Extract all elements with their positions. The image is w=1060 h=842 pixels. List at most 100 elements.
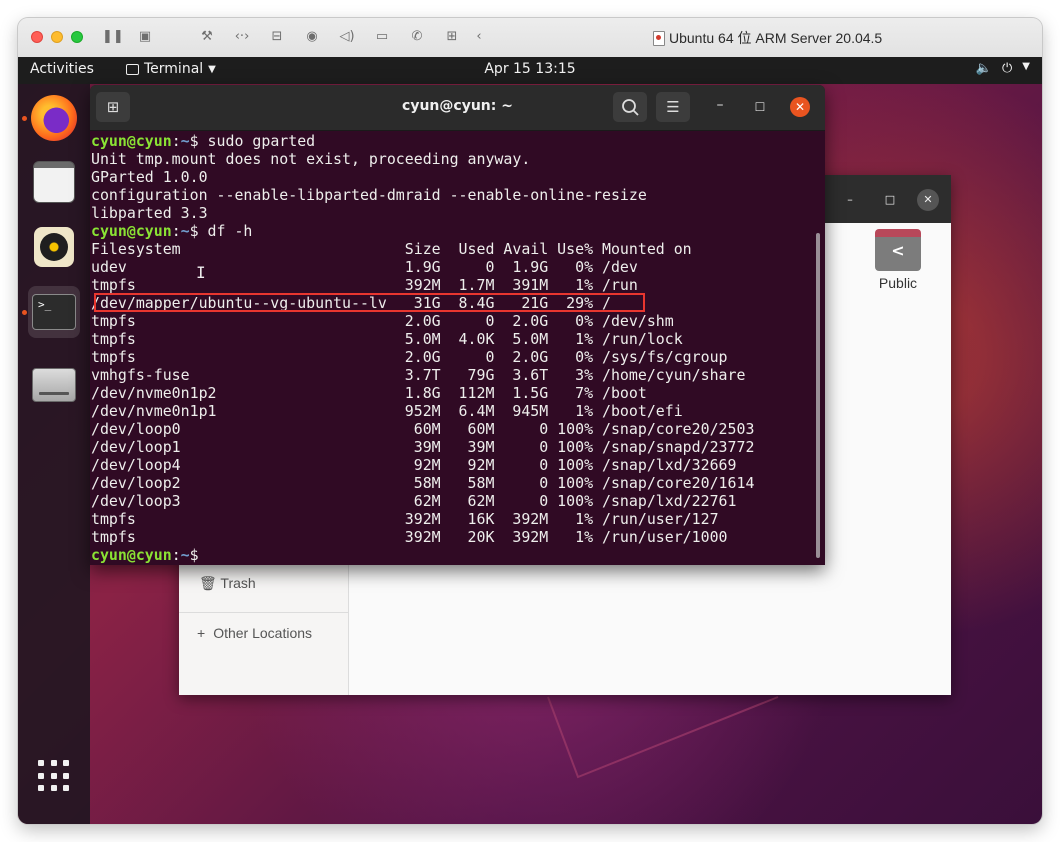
terminal-output-line: Unit tmp.mount does not exist, proceedin… xyxy=(91,150,811,168)
window-close-button[interactable] xyxy=(31,31,43,43)
trash-icon: 🗑 xyxy=(199,575,217,591)
prompt-command: df -h xyxy=(198,222,253,240)
terminal-app-icon xyxy=(126,63,139,75)
ubuntu-desktop[interactable]: – □ ✕ 🗑 Trash + Other Locations Public xyxy=(18,57,1042,824)
terminal-close-button[interactable]: ✕ xyxy=(790,97,810,117)
terminal-minimize-button[interactable]: – xyxy=(710,97,730,117)
shared-folder-icon xyxy=(875,229,921,271)
terminal-output-line: /dev/nvme0n1p1 952M 6.4M 945M 1% /boot/e… xyxy=(91,402,811,420)
snapshot-icon[interactable]: ▣ xyxy=(136,28,154,46)
back-chevron-icon[interactable]: ‹ xyxy=(470,28,488,46)
output-text: tmpfs 2.0G 0 2.0G 0% /dev/shm xyxy=(91,312,674,330)
app-menu-button[interactable]: Terminal ▼ xyxy=(126,61,216,77)
prompt-separator: : xyxy=(171,132,181,150)
prompt-user: cyun@cyun xyxy=(91,546,172,564)
terminal-scrollbar[interactable] xyxy=(816,233,820,558)
output-text: vmhgfs-fuse 3.7T 79G 3.6T 3% /home/cyun/… xyxy=(91,366,746,384)
sidebar-item-other-locations[interactable]: + Other Locations xyxy=(197,625,312,641)
dock-drive[interactable] xyxy=(28,359,80,411)
clock[interactable]: Apr 15 13:15 xyxy=(484,61,575,77)
terminal-output-line: /dev/loop2 58M 58M 0 100% /snap/core20/1… xyxy=(91,474,811,492)
power-icon[interactable]: ⏻ xyxy=(1002,61,1012,76)
terminal-output-line: /dev/loop3 62M 62M 0 100% /snap/lxd/2276… xyxy=(91,492,811,510)
terminal-output-line: /dev/loop0 60M 60M 0 100% /snap/core20/2… xyxy=(91,420,811,438)
terminal-output-line: vmhgfs-fuse 3.7T 79G 3.6T 3% /home/cyun/… xyxy=(91,366,811,384)
terminal-output-line: tmpfs 392M 20K 392M 1% /run/user/1000 xyxy=(91,528,811,546)
wrench-icon[interactable]: ⚒ xyxy=(198,28,216,46)
video-icon[interactable]: ▭ xyxy=(373,28,391,46)
files-minimize-button[interactable]: – xyxy=(839,189,861,211)
prompt-symbol: $ xyxy=(189,132,199,150)
search-button[interactable] xyxy=(613,92,647,122)
dock-firefox[interactable] xyxy=(28,92,80,144)
terminal-output-line: /dev/mapper/ubuntu--vg-ubuntu--lv 31G 8.… xyxy=(91,293,811,312)
terminal-maximize-button[interactable]: ☐ xyxy=(750,97,770,117)
output-text: /dev/nvme0n1p1 952M 6.4M 945M 1% /boot/e… xyxy=(91,402,683,420)
output-text: libparted 3.3 xyxy=(91,204,208,222)
prompt-path: ~ xyxy=(180,132,190,150)
running-indicator xyxy=(22,310,27,315)
host-vm-window: ❚❚ ▣ ⚒ ‹·› ⊟ ◉ ◁) ▭ ✆ ⊞ ‹ Ubuntu 64 位 AR… xyxy=(18,18,1042,824)
output-text: tmpfs 5.0M 4.0K 5.0M 1% /run/lock xyxy=(91,330,683,348)
output-text: /dev/nvme0n1p2 1.8G 112M 1.5G 7% /boot xyxy=(91,384,647,402)
folder-share-icon[interactable]: ⊞ xyxy=(443,28,461,46)
output-text: tmpfs 392M 16K 392M 1% /run/user/127 xyxy=(91,510,719,528)
dock-terminal[interactable]: >_ xyxy=(28,286,80,338)
terminal-prompt-line: cyun@cyun:~$ df -h xyxy=(91,222,811,240)
output-text: /dev/loop3 62M 62M 0 100% /snap/lxd/2276… xyxy=(91,492,737,510)
show-applications-icon[interactable] xyxy=(38,760,70,792)
host-window-title: Ubuntu 64 位 ARM Server 20.04.5 xyxy=(653,28,882,48)
files-maximize-button[interactable]: □ xyxy=(879,189,901,211)
terminal-icon: >_ xyxy=(32,294,76,330)
window-minimize-button[interactable] xyxy=(51,31,63,43)
volume-icon[interactable]: 🔈 xyxy=(976,61,992,76)
dock-rhythmbox[interactable] xyxy=(28,221,80,273)
terminal-output-line: tmpfs 392M 16K 392M 1% /run/user/127 xyxy=(91,510,811,528)
network-icon[interactable]: ‹·› xyxy=(233,28,251,46)
system-tray[interactable]: 🔈 ⏻ ▼ xyxy=(976,61,1030,76)
terminal-prompt-line: cyun@cyun:~$ xyxy=(91,546,811,564)
prompt-command: sudo gparted xyxy=(198,132,316,150)
window-maximize-button[interactable] xyxy=(71,31,83,43)
activities-button[interactable]: Activities xyxy=(30,61,94,77)
pause-icon[interactable]: ❚❚ xyxy=(102,28,124,46)
sidebar-item-trash[interactable]: 🗑 Trash xyxy=(199,575,256,592)
rhythmbox-icon xyxy=(34,227,74,267)
terminal-output-line: Filesystem Size Used Avail Use% Mounted … xyxy=(91,240,811,258)
chevron-down-icon[interactable]: ▼ xyxy=(1022,61,1030,76)
terminal-window[interactable]: ⊞ cyun@cyun: ~ ☰ – ☐ ✕ cyun@cyun:~$ sudo… xyxy=(90,85,825,565)
hamburger-menu-button[interactable]: ☰ xyxy=(656,92,690,122)
terminal-output-line: GParted 1.0.0 xyxy=(91,168,811,186)
terminal-output[interactable]: cyun@cyun:~$ sudo gparted Unit tmp.mount … xyxy=(91,132,811,565)
camera-icon[interactable]: ◉ xyxy=(303,28,321,46)
prompt-symbol: $ xyxy=(189,546,199,564)
prompt-separator: : xyxy=(171,546,181,564)
output-text: GParted 1.0.0 xyxy=(91,168,208,186)
disk-icon[interactable]: ⊟ xyxy=(268,28,286,46)
output-text: /dev/loop0 60M 60M 0 100% /snap/core20/2… xyxy=(91,420,755,438)
output-text: Filesystem Size Used Avail Use% Mounted … xyxy=(91,240,692,258)
prompt-path: ~ xyxy=(180,546,190,564)
dock: >_ xyxy=(18,84,90,824)
search-icon xyxy=(622,99,639,116)
terminal-output-line: libparted 3.3 xyxy=(91,204,811,222)
terminal-output-line: tmpfs 2.0G 0 2.0G 0% /dev/shm xyxy=(91,312,811,330)
output-text: Unit tmp.mount does not exist, proceedin… xyxy=(91,150,531,168)
terminal-output-line: tmpfs 2.0G 0 2.0G 0% /sys/fs/cgroup xyxy=(91,348,811,366)
phone-icon[interactable]: ✆ xyxy=(408,28,426,46)
output-text: configuration --enable-libparted-dmraid … xyxy=(91,186,647,204)
output-text: tmpfs 392M 1.7M 391M 1% /run xyxy=(91,276,638,294)
chevron-down-icon: ▼ xyxy=(208,63,216,75)
terminal-headerbar: ⊞ cyun@cyun: ~ ☰ – ☐ ✕ xyxy=(90,85,825,131)
output-text: /dev/loop1 39M 39M 0 100% /snap/snapd/23… xyxy=(91,438,755,456)
new-tab-button[interactable]: ⊞ xyxy=(96,92,130,122)
output-text: tmpfs 2.0G 0 2.0G 0% /sys/fs/cgroup xyxy=(91,348,728,366)
terminal-prompt-line: cyun@cyun:~$ sudo gparted xyxy=(91,132,811,150)
volume-icon[interactable]: ◁) xyxy=(338,28,356,46)
dock-files[interactable] xyxy=(28,156,80,208)
prompt-separator: : xyxy=(171,222,181,240)
files-close-button[interactable]: ✕ xyxy=(917,189,939,211)
terminal-output-line: configuration --enable-libparted-dmraid … xyxy=(91,186,811,204)
output-text: /dev/loop4 92M 92M 0 100% /snap/lxd/3266… xyxy=(91,456,737,474)
folder-public[interactable]: Public xyxy=(873,229,923,291)
